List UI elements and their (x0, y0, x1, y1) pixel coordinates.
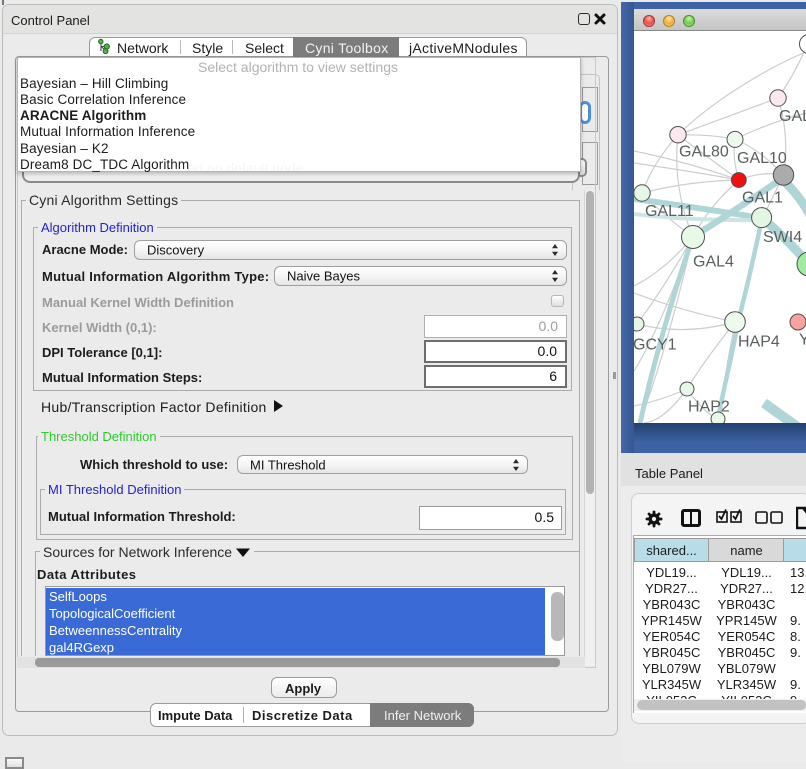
svg-text:SWI4: SWI4 (763, 229, 802, 246)
svg-text:HAP2: HAP2 (688, 399, 730, 416)
svg-text:GAL1: GAL1 (742, 190, 783, 207)
svg-text:GAL10: GAL10 (737, 150, 787, 167)
svg-text:GCY1: GCY1 (634, 337, 677, 354)
svg-text:GAL7: GAL7 (779, 108, 806, 125)
svg-text:HAP4: HAP4 (738, 334, 780, 351)
svg-text:YM: YM (799, 332, 806, 349)
svg-text:GAL80: GAL80 (679, 144, 729, 161)
svg-text:GAL4: GAL4 (693, 254, 734, 271)
svg-text:GAL11: GAL11 (645, 203, 694, 220)
